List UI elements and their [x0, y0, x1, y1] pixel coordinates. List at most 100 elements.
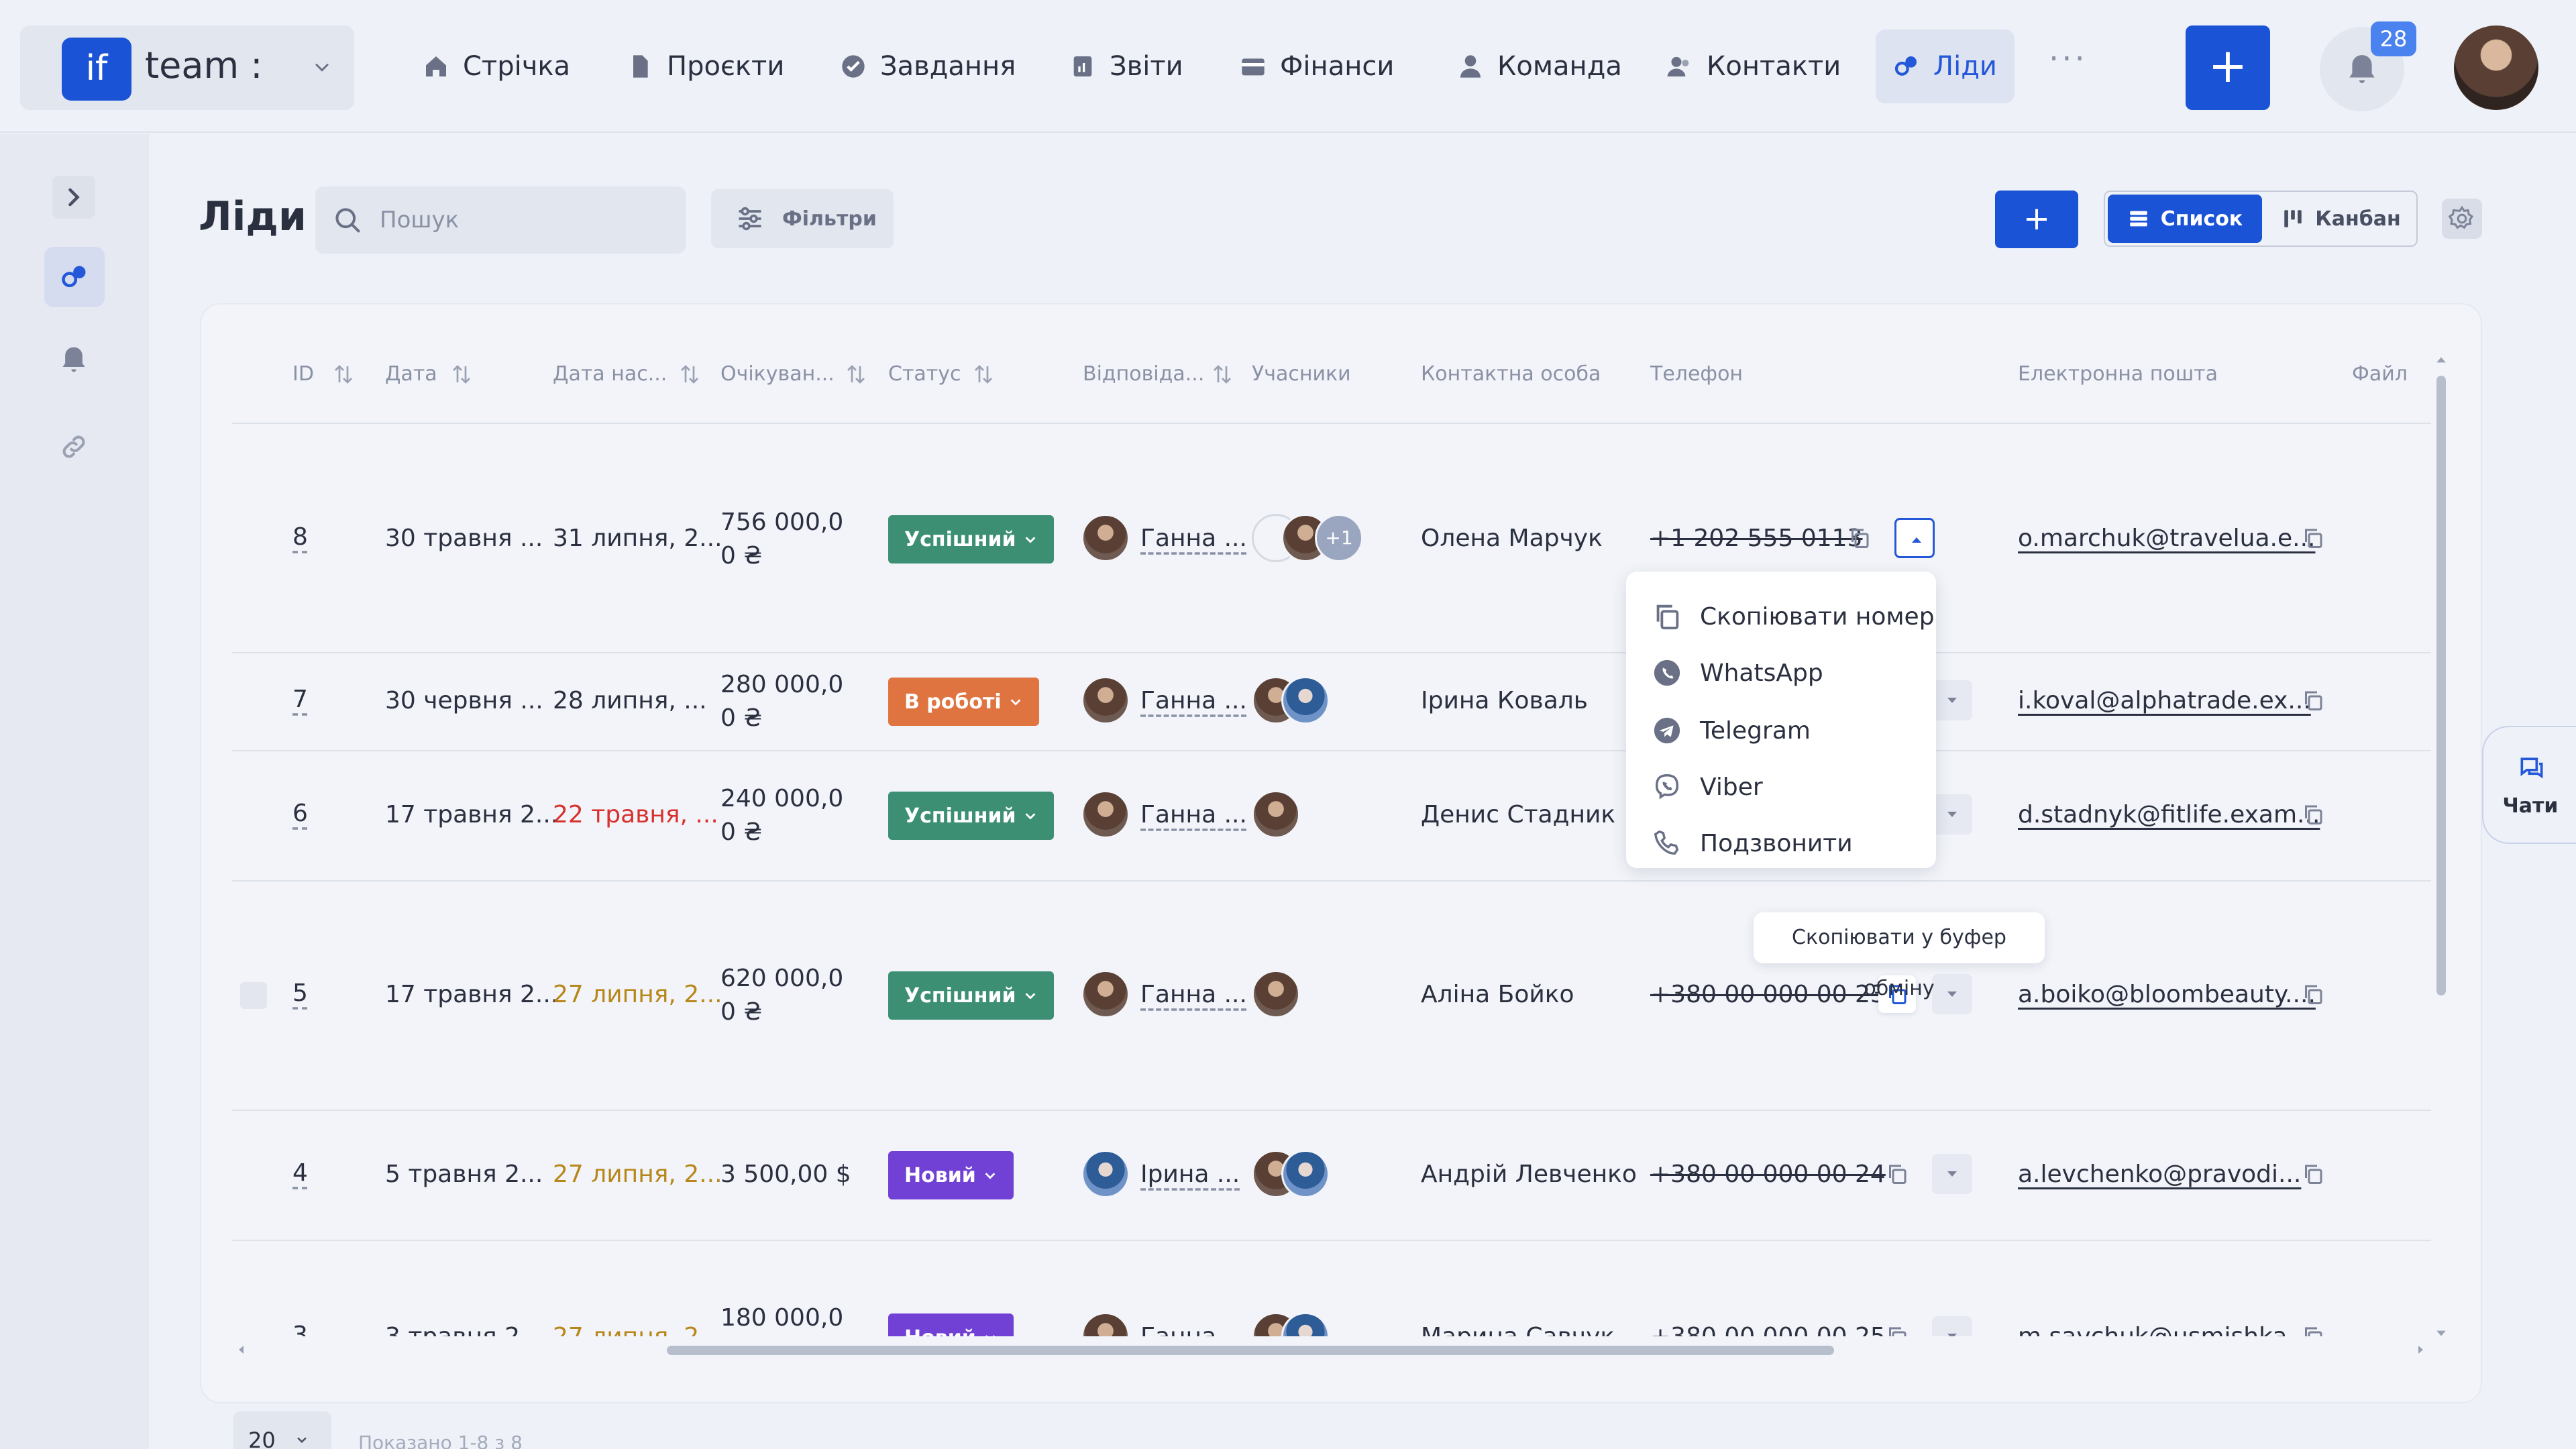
- phone-actions-toggle[interactable]: [1932, 1316, 1972, 1336]
- copy-email-button[interactable]: [2294, 519, 2332, 557]
- add-lead-button[interactable]: +: [1995, 191, 2078, 248]
- sidebar-item-leads[interactable]: [44, 247, 105, 307]
- copy-phone-button[interactable]: [1841, 519, 1878, 557]
- col-date[interactable]: Дата: [385, 362, 437, 386]
- row-id[interactable]: 6: [292, 800, 308, 827]
- scroll-down-icon[interactable]: [2435, 1327, 2447, 1339]
- table-row[interactable]: 3 3 травня 2... 27 липня, 2... 180 000,0…: [232, 1248, 2431, 1336]
- row-phone[interactable]: +380 00 000 00 25: [1650, 1323, 1886, 1336]
- workspace-switcher[interactable]: if team :: [20, 25, 354, 110]
- col-owner[interactable]: Відповіда...: [1083, 362, 1204, 386]
- leads-icon: [62, 266, 86, 288]
- copy-email-button[interactable]: [2294, 975, 2332, 1013]
- chats-tab[interactable]: Чати: [2482, 726, 2576, 844]
- row-email[interactable]: o.marchuk@travelua.e...: [2018, 525, 2315, 552]
- scroll-up-icon[interactable]: [2435, 354, 2447, 366]
- sort-icon[interactable]: [844, 361, 868, 388]
- phone-actions-toggle[interactable]: [1932, 974, 1972, 1014]
- status-badge[interactable]: В роботі: [888, 678, 1039, 726]
- view-list-button[interactable]: Список: [2108, 195, 2262, 243]
- row-email[interactable]: i.koval@alphatrade.ex...: [2018, 687, 2311, 714]
- copy-icon: [2305, 1327, 2322, 1336]
- filters-button[interactable]: Фільтри: [711, 189, 894, 248]
- nav-team[interactable]: Команда: [1440, 30, 1640, 103]
- owner-name[interactable]: Ірина ...: [1140, 1161, 1240, 1188]
- sort-icon[interactable]: [449, 361, 474, 388]
- table-settings-button[interactable]: [2442, 199, 2482, 239]
- phone-actions-toggle[interactable]: [1894, 518, 1935, 558]
- sidebar-item-notifications[interactable]: [52, 338, 95, 381]
- participants-more[interactable]: +1: [1315, 514, 1363, 562]
- copy-email-button[interactable]: [2294, 796, 2332, 833]
- horizontal-scroll-thumb[interactable]: [667, 1346, 1834, 1355]
- nav-finance[interactable]: Фінанси: [1222, 30, 1411, 103]
- status-badge[interactable]: Новий: [888, 1313, 1014, 1336]
- nav-contacts[interactable]: Контакти: [1649, 30, 1858, 103]
- copy-phone-button[interactable]: [1878, 1318, 1916, 1336]
- owner-name[interactable]: Ганна ...: [1140, 801, 1247, 828]
- row-checkbox[interactable]: [240, 982, 267, 1009]
- vertical-scroll-thumb[interactable]: [2436, 376, 2446, 996]
- search-input[interactable]: [380, 201, 661, 239]
- row-phone[interactable]: +380 00 000 00 23: [1650, 981, 1886, 1008]
- user-avatar[interactable]: [2454, 25, 2538, 110]
- row-email[interactable]: a.levchenko@pravodi...: [2018, 1161, 2301, 1188]
- row-id[interactable]: 8: [292, 523, 308, 551]
- sidebar-item-links[interactable]: [52, 425, 95, 468]
- sidebar-toggle-button[interactable]: [52, 176, 95, 219]
- row-phone[interactable]: +380 00 000 00 24: [1650, 1161, 1886, 1188]
- view-kanban-button[interactable]: Канбан: [2267, 195, 2415, 243]
- sort-icon[interactable]: [331, 361, 356, 388]
- col-id[interactable]: ID: [292, 362, 314, 386]
- page-size-select[interactable]: 20: [233, 1411, 331, 1449]
- status-badge[interactable]: Успішний: [888, 971, 1054, 1020]
- nav-tasks[interactable]: Завдання: [822, 30, 1033, 103]
- copy-email-button[interactable]: [2294, 1318, 2332, 1336]
- menu-item-telegram[interactable]: Telegram: [1652, 707, 1811, 754]
- nav-reports[interactable]: Звіти: [1052, 30, 1201, 103]
- status-badge[interactable]: Успішний: [888, 515, 1054, 564]
- chevron-down-icon: [985, 1173, 996, 1179]
- scroll-right-icon[interactable]: [2415, 1344, 2426, 1355]
- row-id[interactable]: 7: [292, 686, 308, 713]
- sort-icon[interactable]: [678, 361, 702, 388]
- row-id[interactable]: 3: [292, 1322, 308, 1336]
- row-phone[interactable]: +1 202 555 0113: [1650, 525, 1862, 552]
- owner-name[interactable]: Ганна ...: [1140, 687, 1247, 714]
- nav-feed[interactable]: Стрічка: [405, 30, 588, 103]
- row-id[interactable]: 4: [292, 1159, 308, 1187]
- row-email[interactable]: d.stadnyk@fitlife.exam...: [2018, 801, 2320, 828]
- menu-item-call[interactable]: Подзвонити: [1652, 820, 1853, 867]
- copy-email-button[interactable]: [2294, 682, 2332, 719]
- create-button[interactable]: +: [2186, 25, 2270, 110]
- status-badge[interactable]: Успішний: [888, 792, 1054, 840]
- menu-item-viber[interactable]: Viber: [1652, 763, 1763, 810]
- sort-icon[interactable]: [1210, 361, 1234, 388]
- phone-actions-toggle[interactable]: [1932, 794, 1972, 835]
- row-email[interactable]: a.boiko@bloombeauty....: [2018, 981, 2316, 1008]
- menu-item-copy-number[interactable]: Скопіювати номер: [1652, 593, 1935, 640]
- scroll-left-icon[interactable]: [236, 1344, 247, 1355]
- row-email[interactable]: m.savchuk@usmishka...: [2018, 1323, 2310, 1336]
- workspace-name: team :: [145, 44, 263, 87]
- owner-name[interactable]: Ганна ...: [1140, 1323, 1247, 1336]
- phone-actions-toggle[interactable]: [1932, 680, 1972, 720]
- nav-more-button[interactable]: ···: [2049, 40, 2088, 78]
- owner-name[interactable]: Ганна ...: [1140, 981, 1247, 1008]
- status-badge[interactable]: Новий: [888, 1151, 1014, 1199]
- phone-actions-toggle[interactable]: [1932, 1154, 1972, 1194]
- col-status[interactable]: Статус: [888, 362, 961, 386]
- col-expected[interactable]: Очікуван...: [720, 362, 835, 386]
- nav-leads[interactable]: Ліди: [1876, 30, 2015, 103]
- row-id[interactable]: 5: [292, 979, 308, 1007]
- owner-name[interactable]: Ганна ...: [1140, 525, 1247, 552]
- status-label: Успішний: [904, 804, 1016, 828]
- copy-email-button[interactable]: [2294, 1155, 2332, 1193]
- copy-phone-button[interactable]: [1878, 1155, 1916, 1193]
- menu-item-whatsapp[interactable]: WhatsApp: [1652, 649, 1823, 696]
- nav-projects-label: Проєкти: [667, 51, 785, 82]
- menu-item-label: Viber: [1700, 773, 1763, 801]
- col-next-date[interactable]: Дата нас...: [553, 362, 667, 386]
- nav-projects[interactable]: Проєкти: [609, 30, 802, 103]
- sort-icon[interactable]: [971, 361, 996, 388]
